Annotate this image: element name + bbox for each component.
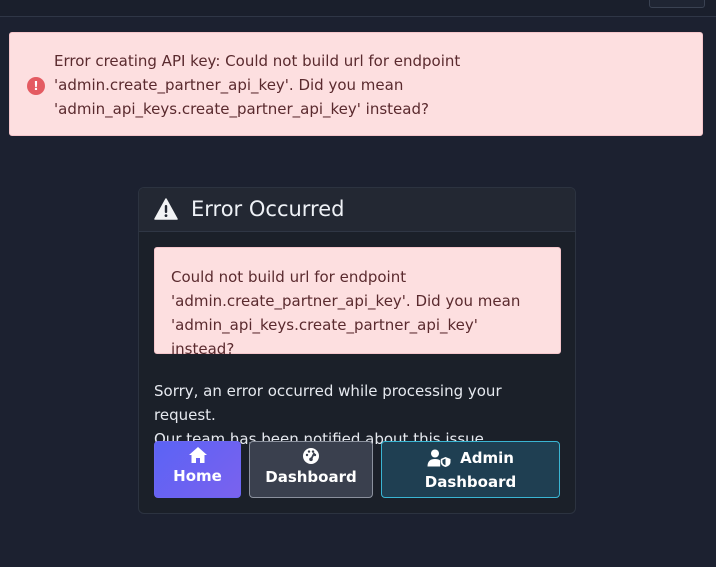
admin-button-label-line2: Dashboard <box>424 473 517 491</box>
user-shield-icon <box>427 449 451 467</box>
error-card-title: Error Occurred <box>191 197 345 221</box>
dashboard-button-label: Dashboard <box>265 468 357 486</box>
gauge-icon <box>303 448 319 464</box>
error-card-header: Error Occurred <box>139 188 575 232</box>
home-button[interactable]: Home <box>154 441 241 498</box>
exclamation-circle-icon: ! <box>27 77 45 95</box>
admin-dashboard-button[interactable]: Admin Dashboard <box>381 441 560 498</box>
error-detail-alert: Could not build url for endpoint 'admin.… <box>154 247 561 358</box>
dashboard-button[interactable]: Dashboard <box>249 441 373 498</box>
error-card: Error Occurred Could not build url for e… <box>138 187 576 514</box>
flash-error-alert: ! Error creating API key: Could not buil… <box>9 32 703 136</box>
flash-error-message: Error creating API key: Could not build … <box>54 52 461 118</box>
home-icon <box>188 447 207 463</box>
admin-button-label-line1: Admin <box>460 449 514 467</box>
warning-triangle-icon <box>154 198 178 220</box>
navbar-toggle-button[interactable] <box>649 0 705 8</box>
home-button-label: Home <box>173 467 222 485</box>
top-navbar <box>0 0 716 17</box>
